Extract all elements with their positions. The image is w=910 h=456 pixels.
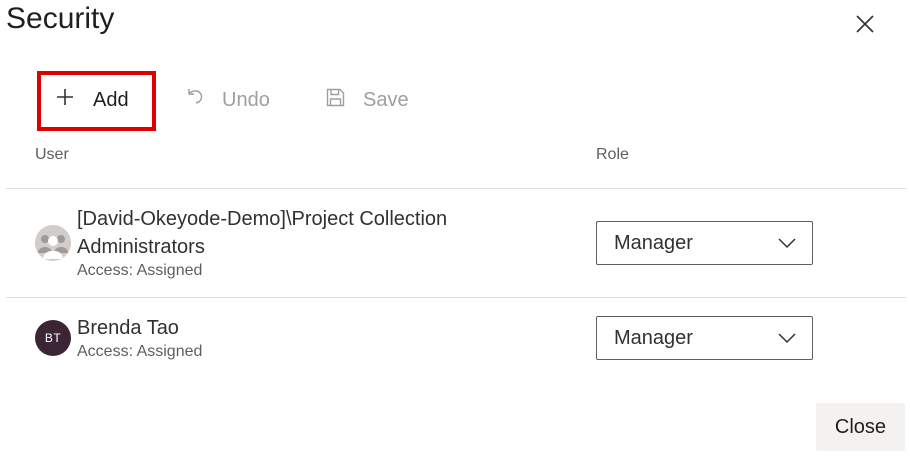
chevron-down-icon xyxy=(778,327,796,350)
row-divider xyxy=(6,297,906,298)
user-access: Access: Assigned xyxy=(77,262,203,279)
role-dropdown-value: Manager xyxy=(614,231,693,254)
user-access: Access: Assigned xyxy=(77,343,203,360)
add-button-label: Add xyxy=(93,88,129,111)
save-icon xyxy=(325,87,346,114)
save-button-label: Save xyxy=(363,88,409,111)
dialog-title: Security xyxy=(6,2,115,35)
column-header-role[interactable]: Role xyxy=(596,146,629,164)
undo-button-label: Undo xyxy=(222,88,270,111)
chevron-down-icon xyxy=(778,232,796,255)
role-dropdown[interactable]: Manager xyxy=(596,316,813,360)
user-name: [David-Okeyode-Demo]\Project Collection … xyxy=(77,208,448,258)
undo-button[interactable]: Undo xyxy=(184,82,270,118)
close-button[interactable]: Close xyxy=(816,403,905,451)
close-icon[interactable] xyxy=(853,12,877,36)
header-divider xyxy=(6,188,906,189)
add-button[interactable]: Add xyxy=(55,82,129,118)
security-dialog: Security Add Undo Save User Role [David-… xyxy=(0,0,910,456)
save-button[interactable]: Save xyxy=(325,82,409,118)
undo-icon xyxy=(184,86,206,114)
plus-icon xyxy=(55,87,75,113)
column-header-user[interactable]: User xyxy=(35,146,69,164)
role-dropdown-value: Manager xyxy=(614,326,693,349)
role-dropdown[interactable]: Manager xyxy=(596,221,813,265)
user-name: Brenda Tao xyxy=(77,317,179,339)
avatar: BT xyxy=(35,320,71,356)
group-avatar-icon xyxy=(35,225,71,261)
